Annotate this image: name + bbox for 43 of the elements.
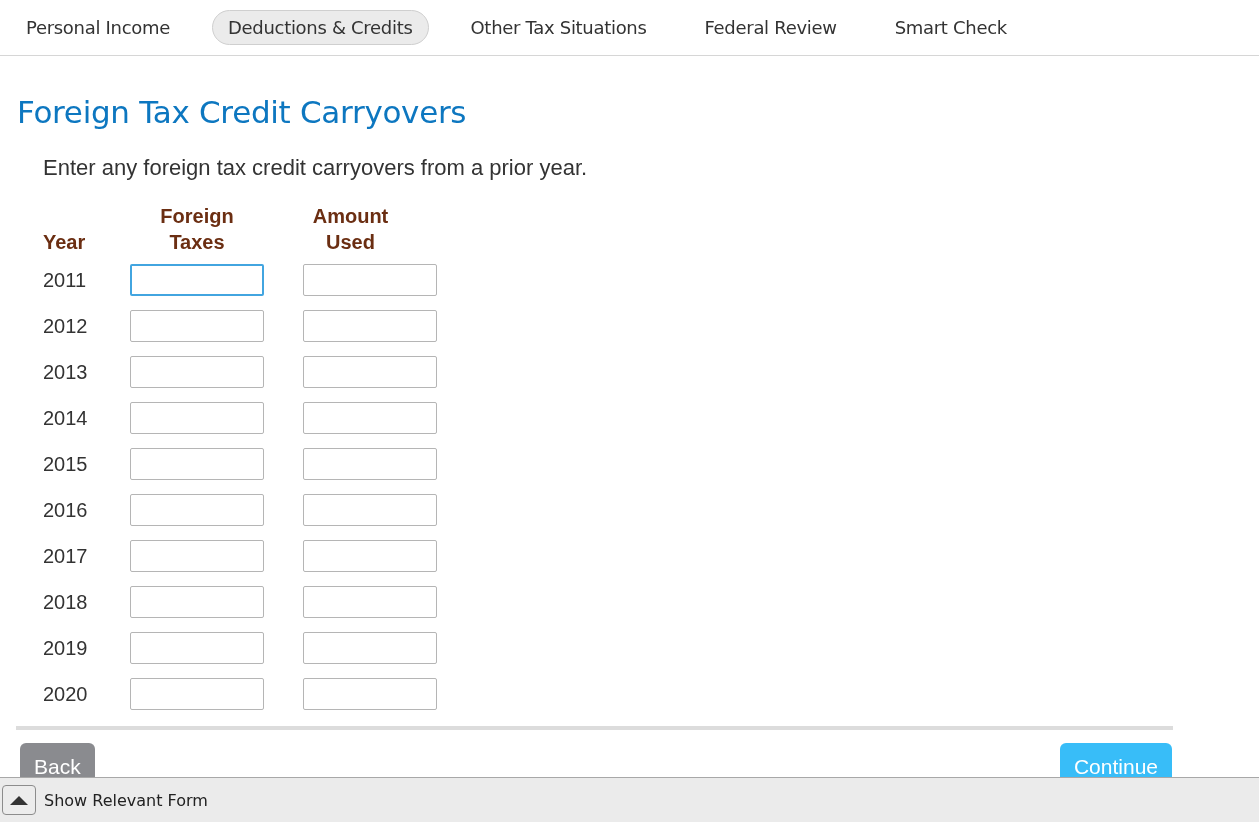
year-label: 2019	[43, 636, 89, 660]
nav-tab[interactable]: Federal Review	[688, 10, 853, 45]
amount-field[interactable]	[303, 310, 437, 342]
year-label: 2012	[43, 314, 89, 338]
amount-field[interactable]	[303, 494, 437, 526]
column-header: Amount Used	[311, 204, 390, 255]
year-label: 2014	[43, 406, 89, 430]
amount-field[interactable]	[130, 264, 264, 296]
amount-field[interactable]	[130, 586, 264, 618]
amount-field[interactable]	[303, 356, 437, 388]
amount-field[interactable]	[130, 494, 264, 526]
nav-tab[interactable]: Deductions & Credits	[212, 10, 429, 45]
amount-field[interactable]	[130, 402, 264, 434]
year-label: 2018	[43, 590, 89, 614]
amount-field[interactable]	[303, 448, 437, 480]
instruction-text: Enter any foreign tax credit carryovers from a prior year.	[43, 155, 589, 181]
year-label: 2011	[43, 268, 87, 292]
amount-field[interactable]	[303, 540, 437, 572]
year-label: 2016	[43, 498, 89, 522]
nav-tab[interactable]: Personal Income	[10, 10, 186, 45]
nav-tab[interactable]: Other Tax Situations	[454, 10, 663, 45]
amount-field[interactable]	[303, 586, 437, 618]
column-header: Foreign Taxes	[159, 204, 235, 255]
amount-field[interactable]	[130, 540, 264, 572]
year-label: 2017	[43, 544, 89, 568]
year-label: 2013	[43, 360, 89, 384]
amount-field[interactable]	[303, 632, 437, 664]
show-form-label[interactable]: Show Relevant Form	[44, 790, 208, 810]
amount-field[interactable]	[303, 678, 437, 710]
up-triangle-icon	[8, 794, 30, 806]
amount-field[interactable]	[130, 310, 264, 342]
year-label: 2015	[43, 452, 89, 476]
column-header: Year	[43, 230, 87, 255]
nav-tab[interactable]: Smart Check	[878, 10, 1023, 45]
amount-field[interactable]	[303, 264, 437, 296]
amount-field[interactable]	[130, 356, 264, 388]
year-label: 2020	[43, 682, 89, 706]
amount-field[interactable]	[303, 402, 437, 434]
expand-toggle-button[interactable]	[2, 785, 36, 815]
amount-field[interactable]	[130, 632, 264, 664]
amount-field[interactable]	[130, 448, 264, 480]
amount-field[interactable]	[130, 678, 264, 710]
page-title: Foreign Tax Credit Carryovers	[17, 94, 468, 130]
